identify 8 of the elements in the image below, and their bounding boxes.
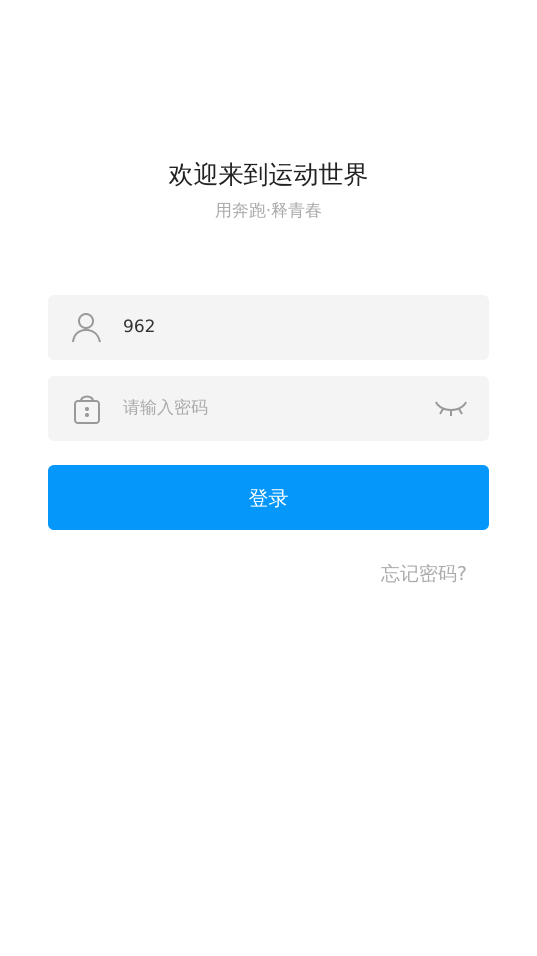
slogan: 用奔跑·释青春 [214, 200, 322, 223]
user-icon [70, 311, 103, 344]
welcome-title: 欢迎来到运动世界 [168, 159, 368, 191]
eye-closed-icon[interactable] [435, 400, 467, 416]
username-input[interactable]: 962 [121, 314, 467, 342]
password-input[interactable]: 请输入密码 [121, 394, 435, 422]
password-field[interactable]: 请输入密码 [48, 376, 489, 441]
username-field[interactable]: 962 [48, 295, 489, 360]
